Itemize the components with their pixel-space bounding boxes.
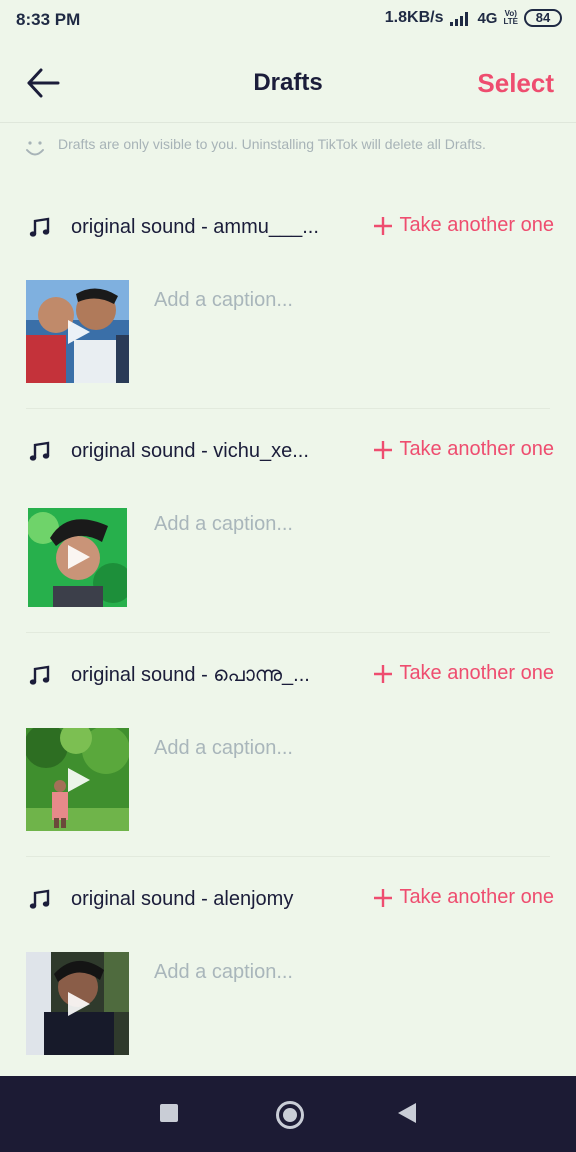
sound-row: original sound - ammu___... Take another… bbox=[0, 198, 576, 258]
play-icon bbox=[68, 992, 90, 1016]
header-divider bbox=[0, 122, 576, 123]
music-note-icon bbox=[29, 889, 50, 909]
take-another-label: Take another one bbox=[399, 662, 554, 684]
video-thumbnail[interactable] bbox=[26, 280, 129, 383]
plus-icon bbox=[374, 888, 393, 907]
sound-name[interactable]: original sound - ammu___... bbox=[71, 216, 333, 239]
network-speed: 1.8KB/s bbox=[384, 9, 444, 26]
battery-indicator: 84 bbox=[524, 9, 562, 27]
caption-input[interactable] bbox=[154, 732, 544, 764]
drafts-screen: 8:33 PM 1.8KB/s 4G Vo) LTE 84 Drafts Sel… bbox=[0, 0, 576, 1152]
select-button[interactable]: Select bbox=[477, 68, 554, 99]
music-note-icon bbox=[29, 217, 50, 237]
sound-row: original sound - പൊന്നു_... Take another… bbox=[0, 646, 576, 706]
take-another-button[interactable]: Take another one bbox=[373, 662, 554, 685]
notice-text: Drafts are only visible to you. Uninstal… bbox=[58, 136, 486, 152]
draft-item: original sound - പൊന്നു_... Take another… bbox=[0, 646, 576, 870]
draft-item: original sound - ammu___... Take another… bbox=[0, 198, 576, 422]
music-note-icon bbox=[29, 665, 50, 685]
take-another-button[interactable]: Take another one bbox=[373, 438, 554, 461]
take-another-button[interactable]: Take another one bbox=[373, 886, 554, 909]
system-nav-bar bbox=[0, 1076, 576, 1152]
music-note-icon bbox=[29, 441, 50, 461]
sound-name[interactable]: original sound - alenjomy bbox=[71, 888, 333, 911]
draft-divider bbox=[26, 856, 550, 857]
home-button[interactable] bbox=[276, 1101, 304, 1129]
status-time: 8:33 PM bbox=[16, 10, 81, 29]
plus-icon bbox=[374, 664, 393, 683]
plus-icon bbox=[374, 216, 393, 235]
status-bar: 8:33 PM 1.8KB/s 4G Vo) LTE 84 bbox=[0, 0, 576, 40]
take-another-label: Take another one bbox=[399, 886, 554, 908]
sound-name[interactable]: original sound - vichu_xe... bbox=[71, 440, 333, 463]
caption-input[interactable] bbox=[154, 956, 544, 988]
play-icon bbox=[68, 768, 90, 792]
volte-indicator: Vo) LTE bbox=[503, 10, 518, 26]
sound-row: original sound - alenjomy Take another o… bbox=[0, 870, 576, 930]
header: Drafts Select bbox=[0, 44, 576, 120]
draft-item: original sound - vichu_xe... Take anothe… bbox=[0, 422, 576, 646]
video-thumbnail[interactable] bbox=[28, 508, 127, 607]
drafts-notice: Drafts are only visible to you. Uninstal… bbox=[24, 136, 544, 160]
draft-divider bbox=[26, 408, 550, 409]
caption-input[interactable] bbox=[154, 284, 544, 316]
network-type: 4G bbox=[477, 9, 498, 27]
caption-input[interactable] bbox=[154, 508, 544, 540]
plus-icon bbox=[374, 440, 393, 459]
sound-name[interactable]: original sound - പൊന്നു_... bbox=[71, 664, 333, 687]
back-button[interactable] bbox=[398, 1103, 416, 1123]
video-thumbnail[interactable] bbox=[26, 728, 129, 831]
take-another-label: Take another one bbox=[399, 438, 554, 460]
video-thumbnail[interactable] bbox=[26, 952, 129, 1055]
draft-item: original sound - alenjomy Take another o… bbox=[0, 870, 576, 1094]
draft-divider bbox=[26, 632, 550, 633]
recent-apps-button[interactable] bbox=[160, 1104, 178, 1122]
play-icon bbox=[68, 545, 90, 569]
smile-icon bbox=[26, 141, 44, 156]
signal-icon bbox=[450, 12, 469, 26]
volte-bottom: LTE bbox=[503, 17, 518, 26]
sound-row: original sound - vichu_xe... Take anothe… bbox=[0, 422, 576, 482]
take-another-label: Take another one bbox=[399, 214, 554, 236]
status-icons: 1.8KB/s 4G Vo) LTE 84 bbox=[385, 9, 562, 27]
take-another-button[interactable]: Take another one bbox=[373, 214, 554, 237]
play-icon bbox=[68, 320, 90, 344]
